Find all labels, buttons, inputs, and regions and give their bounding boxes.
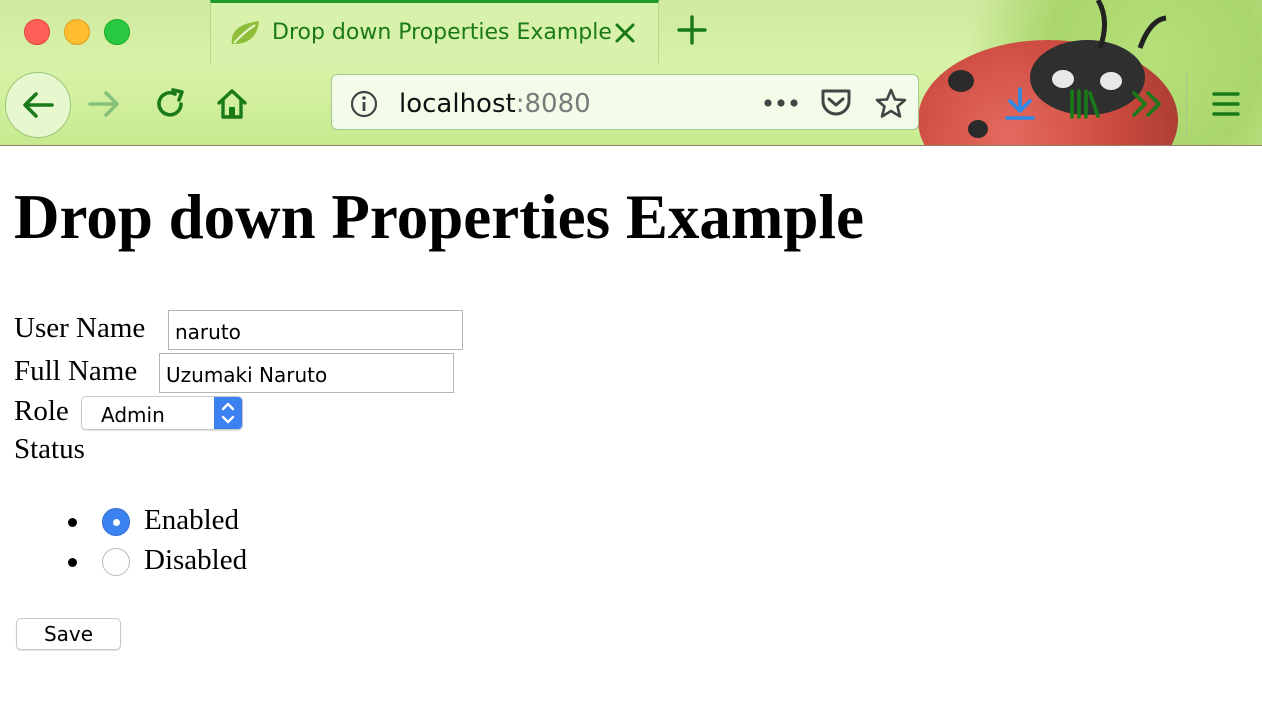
pocket-icon[interactable]	[819, 87, 853, 119]
minimize-window-button[interactable]	[64, 19, 90, 45]
page-heading: Drop down Properties Example	[14, 182, 864, 252]
close-window-button[interactable]	[24, 19, 50, 45]
url-port: :8080	[515, 89, 591, 119]
list-bullet	[68, 518, 77, 527]
list-bullet	[68, 558, 77, 567]
home-icon	[217, 89, 247, 119]
back-button[interactable]	[5, 72, 71, 138]
role-label: Role	[14, 395, 69, 427]
role-selected-value: Admin	[101, 403, 165, 427]
navigation-toolbar: localhost:8080	[0, 64, 1262, 146]
plus-icon[interactable]	[676, 14, 708, 46]
select-arrows	[214, 397, 242, 429]
back-arrow-icon	[23, 92, 54, 118]
info-icon[interactable]	[350, 90, 378, 118]
tab-title: Drop down Properties Example	[272, 20, 612, 45]
browser-chrome: Drop down Properties Example localhost:8…	[0, 0, 1262, 146]
user-name-label: User Name	[14, 312, 146, 344]
downloads-button[interactable]	[1000, 84, 1040, 124]
toolbar-divider	[1186, 72, 1187, 136]
reload-button[interactable]	[150, 84, 190, 124]
overflow-menu-button[interactable]	[1128, 84, 1168, 124]
download-icon	[1005, 87, 1035, 120]
bookmark-star-icon[interactable]	[874, 87, 908, 121]
role-select[interactable]: Admin	[81, 396, 243, 430]
forward-arrow-icon	[88, 91, 119, 117]
chevron-up-down-icon	[221, 402, 235, 424]
radio-disabled-label[interactable]: Disabled	[144, 546, 247, 575]
url-text[interactable]: localhost:8080	[399, 89, 591, 119]
reload-icon	[157, 88, 184, 117]
zoom-window-button[interactable]	[104, 19, 130, 45]
library-icon	[1070, 89, 1100, 119]
url-host: localhost	[399, 89, 516, 119]
library-button[interactable]	[1064, 84, 1104, 124]
overflow-chevrons-icon	[1132, 91, 1161, 117]
main-menu-button[interactable]	[1206, 84, 1246, 124]
forward-button[interactable]	[84, 84, 124, 124]
status-label: Status	[14, 433, 85, 465]
hamburger-menu-icon	[1212, 92, 1240, 116]
more-icon[interactable]	[763, 98, 799, 108]
full-name-input[interactable]: Uzumaki Naruto	[159, 353, 454, 393]
tab-strip: Drop down Properties Example	[0, 0, 1262, 64]
home-button[interactable]	[212, 84, 252, 124]
user-name-input[interactable]: naruto	[168, 310, 463, 350]
page-content: Drop down Properties Example User Name n…	[0, 146, 1262, 722]
url-bar[interactable]: localhost:8080	[331, 74, 919, 130]
leaf-favicon	[231, 21, 259, 44]
radio-enabled[interactable]	[102, 508, 130, 536]
save-button[interactable]: Save	[16, 618, 121, 650]
radio-enabled-label[interactable]: Enabled	[144, 506, 239, 535]
full-name-label: Full Name	[14, 355, 138, 387]
close-icon[interactable]	[611, 19, 639, 47]
radio-disabled[interactable]	[102, 548, 130, 576]
tab-active[interactable]: Drop down Properties Example	[210, 0, 659, 64]
